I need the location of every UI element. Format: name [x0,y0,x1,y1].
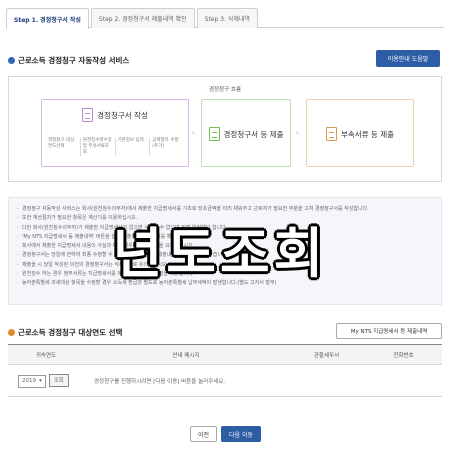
bullet-icon [8,329,15,336]
document-icon [325,127,337,141]
substep: 공제항목 수정(추가) [152,138,179,149]
col-header: 관할세무서 [288,344,365,365]
clipboard-icon [82,108,94,122]
lookup-button[interactable]: 조회 [48,373,69,387]
next-button[interactable]: 다음 이동 [221,426,261,442]
section-title-2: 근로소득 경정청구 대상연도 선택 [8,327,122,338]
message-cell: 경정청구를 진행하시려면 [다음 이동] 버튼을 눌러주세요. [84,364,288,397]
col-header: 전화번호 [365,344,442,365]
flow-step-2-label: 경정청구서 등 제출 [223,129,284,139]
flow-step-1-label: 경정청구서 작성 [97,110,148,120]
chevron-down-icon: ▾ [39,378,42,384]
flow-step-1: 경정청구서 작성 경정청구 대상연도선택 원천징수영수증 및 부속서류조회 기본… [41,99,189,167]
phone-cell [365,364,442,397]
table-row: 2019 ▾ 조회 경정청구를 진행하시려면 [다음 이동] 버튼을 눌러주세요… [8,364,442,397]
help-button[interactable]: 이용안내 도움말 [376,50,440,67]
prev-button[interactable]: 이전 [190,426,217,442]
section-title-text: 근로소득 경정청구 자동작성 서비스 [18,56,130,65]
overlay-caption: 년도조회 [112,221,328,285]
tab-step1[interactable]: Step 1. 경정청구서 작성 [6,8,89,29]
flow-step-3-label: 부속서류 등 제출 [340,129,395,139]
year-value: 2019 [22,378,36,384]
substep: 기본정보 입력 [116,138,151,156]
year-table: 귀속연도 안내 메시지 관할세무서 전화번호 2019 ▾ 조회 경정청구를 진… [8,344,442,397]
chevron-right-icon: › [192,129,195,137]
col-header: 귀속연도 [8,344,84,365]
flow-title: 경정청구 흐름 [208,87,242,93]
tab-step2[interactable]: Step 2. 경정청구서 제출내역 확인 [90,8,195,28]
section-title-2-text: 근로소득 경정청구 대상연도 선택 [18,328,123,337]
bullet-icon [8,57,15,64]
year-cell: 2019 ▾ 조회 [8,364,84,397]
substep: 경정청구 대상연도선택 [46,138,81,156]
flow-step-3: 부속서류 등 제출 [306,99,414,167]
office-cell [288,364,365,397]
section-title: 근로소득 경정청구 자동작성 서비스 [8,55,129,66]
flow-step-2: 경정청구서 등 제출 [201,99,291,167]
document-icon [208,127,220,141]
step-tabs: Step 1. 경정청구서 작성 Step 2. 경정청구서 제출내역 확인 S… [6,8,444,29]
substep: 원천징수영수증 및 부속서류조회 [81,138,116,156]
tab-step3[interactable]: Step 3. 삭제내역 [196,8,258,28]
nts-submission-button[interactable]: My NTS 지급명세서 등 제출내역 [336,323,442,339]
col-header: 안내 메시지 [84,344,288,365]
chevron-right-icon: › [296,129,299,137]
flow-panel: 경정청구 흐름 경정청구서 작성 경정청구 대상연도선택 원천징수영수증 및 부… [8,76,442,182]
year-select[interactable]: 2019 ▾ [18,374,46,388]
